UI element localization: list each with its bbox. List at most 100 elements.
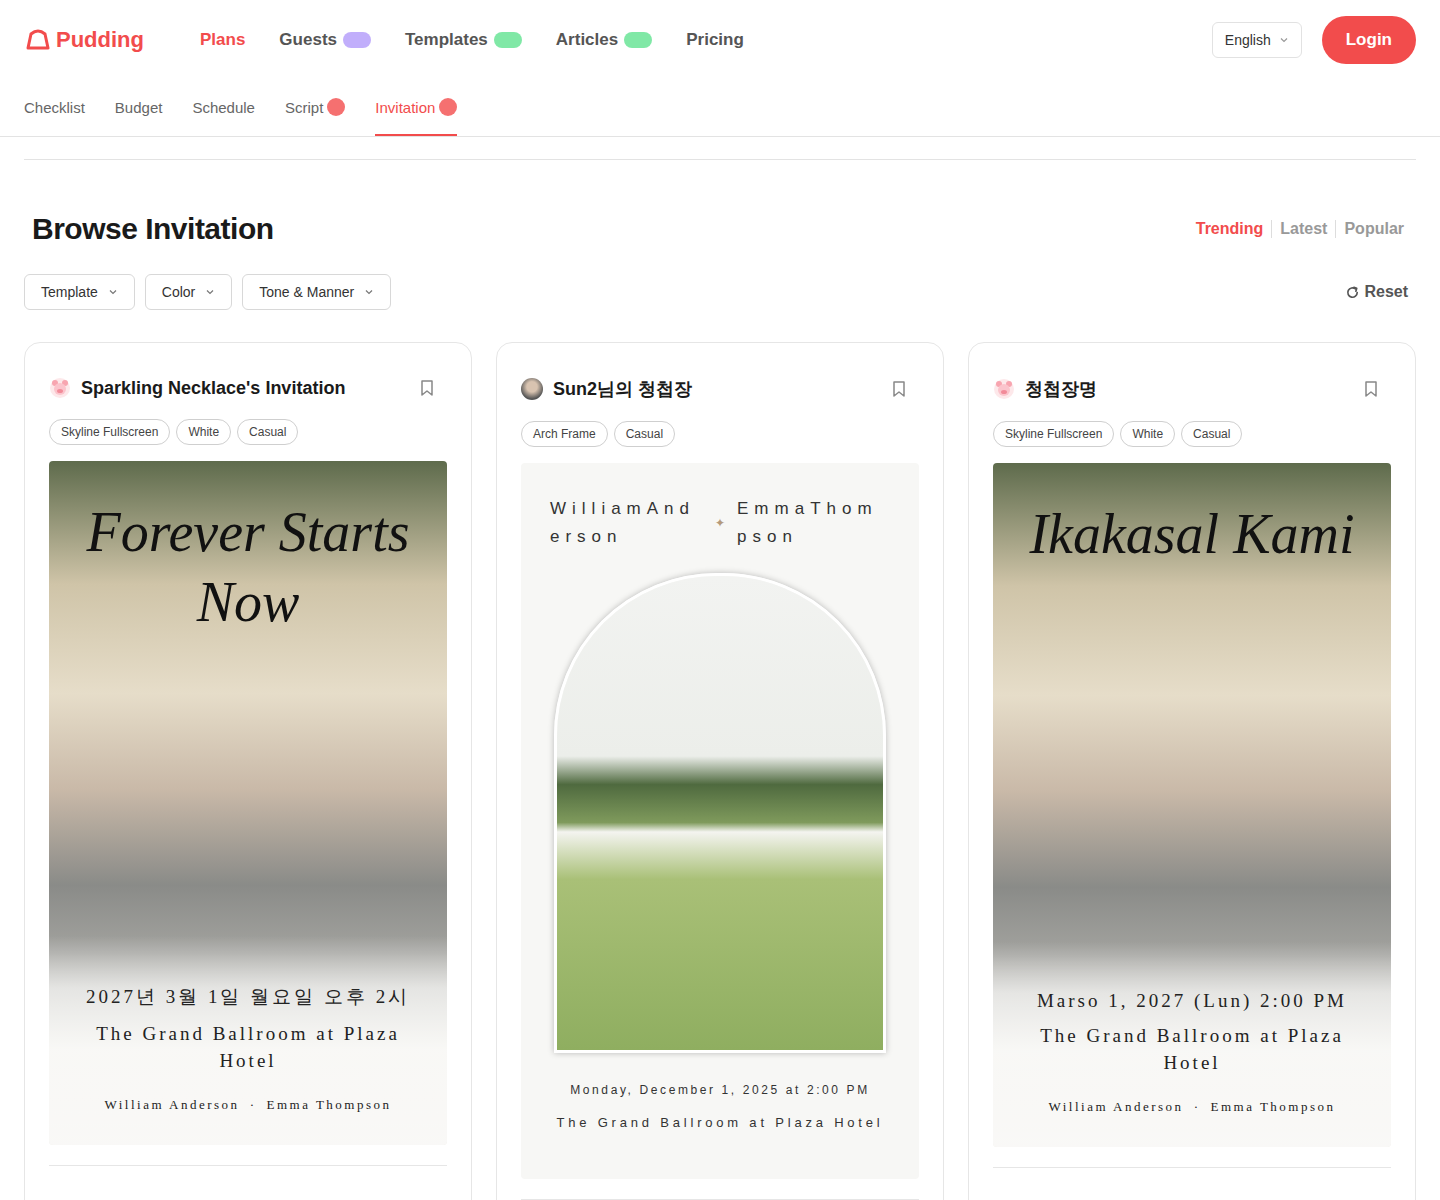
card-title: Sun2님의 청첩장 xyxy=(553,377,692,401)
card-title: Sparkling Necklace's Invitation xyxy=(81,378,345,399)
bride-name: Emma Thompson xyxy=(1210,1099,1335,1115)
preview-date: 2027년 3월 1일 월요일 오후 2시 xyxy=(65,984,431,1010)
sort-option[interactable]: Trending xyxy=(1188,220,1272,238)
sub-nav-item[interactable]: Budget xyxy=(115,80,163,136)
preview-names: William Anderson · Emma Thompson xyxy=(1009,1099,1375,1115)
sub-nav-item[interactable]: Script xyxy=(285,80,345,136)
bookmark-icon[interactable] xyxy=(1363,380,1379,398)
groom-name: William Anderson xyxy=(104,1097,239,1113)
sub-nav-badge xyxy=(439,98,457,116)
preview-names: WilliamAnderson✦EmmaThompson xyxy=(550,495,890,551)
chevron-down-icon xyxy=(1279,35,1289,45)
invitation-card[interactable]: Sparkling Necklace's Invitation Skyline F… xyxy=(24,342,472,1200)
invitation-preview: WilliamAnderson✦EmmaThompsonMonday, Dece… xyxy=(521,463,919,1179)
pig-avatar-icon xyxy=(49,377,71,399)
brand-name: Pudding xyxy=(56,27,144,53)
tag: Skyline Fullscreen xyxy=(993,421,1114,447)
nav-item[interactable]: Plans xyxy=(200,30,245,50)
tag: White xyxy=(1120,421,1175,447)
tag: Casual xyxy=(614,421,675,447)
user-avatar xyxy=(521,378,543,400)
filter-label: Template xyxy=(41,284,98,300)
card-footer xyxy=(521,1199,919,1200)
top-actions: English Login xyxy=(1212,16,1416,64)
card-author: Sparkling Necklace's Invitation xyxy=(49,377,345,399)
reset-label: Reset xyxy=(1364,283,1408,301)
name-separator: · xyxy=(250,1097,257,1113)
arch-frame xyxy=(554,573,886,1053)
card-header: Sun2님의 청첩장 xyxy=(521,377,919,401)
card-author: Sun2님의 청첩장 xyxy=(521,377,692,401)
preview-date: Marso 1, 2027 (Lun) 2:00 PM xyxy=(1009,990,1375,1012)
language-select[interactable]: English xyxy=(1212,22,1302,58)
card-author: 청첩장명 xyxy=(993,377,1097,401)
tag: Skyline Fullscreen xyxy=(49,419,170,445)
invitation-preview: Ikakasal KamiMarso 1, 2027 (Lun) 2:00 PM… xyxy=(993,463,1391,1147)
sort-option[interactable]: Latest xyxy=(1271,220,1335,238)
nav-label: Templates xyxy=(405,30,488,50)
invitation-grid: Sparkling Necklace's Invitation Skyline F… xyxy=(24,342,1416,1200)
nav-item[interactable]: Articles xyxy=(556,30,652,50)
nav-badge xyxy=(343,32,371,48)
filter-dropdown[interactable]: Template xyxy=(24,274,135,310)
name-separator: · xyxy=(1194,1099,1201,1115)
pudding-logo-icon xyxy=(24,28,52,52)
tag-list: Arch FrameCasual xyxy=(521,421,919,447)
refresh-icon xyxy=(1345,285,1360,300)
bride-name: Emma Thompson xyxy=(266,1097,391,1113)
card-footer xyxy=(49,1165,447,1200)
header: Pudding Plans Guests Templates Articles Prici… xyxy=(0,0,1440,137)
tag: Casual xyxy=(1181,421,1242,447)
preview-venue: The Grand Ballroom at Plaza Hotel xyxy=(65,1020,431,1075)
invitation-card[interactable]: 청첩장명 Skyline FullscreenWhiteCasual Ikakasa… xyxy=(968,342,1416,1200)
sub-nav-item[interactable]: Schedule xyxy=(192,80,255,136)
main: Browse InvitationTrendingLatestPopular Te… xyxy=(0,159,1440,1200)
preview-headline: Forever Starts Now xyxy=(49,461,447,637)
sub-nav-item[interactable]: Checklist xyxy=(24,80,85,136)
preview-info: 2027년 3월 1일 월요일 오후 2시 The Grand Ballroom … xyxy=(49,936,447,1145)
sub-nav-label: Schedule xyxy=(192,99,255,116)
login-button[interactable]: Login xyxy=(1322,16,1416,64)
nav-label: Plans xyxy=(200,30,245,50)
card-title: 청첩장명 xyxy=(1025,377,1097,401)
sub-nav-item[interactable]: Invitation xyxy=(375,80,457,136)
sub-nav-label: Checklist xyxy=(24,99,85,116)
bookmark-icon[interactable] xyxy=(891,380,907,398)
filter-label: Tone & Manner xyxy=(259,284,354,300)
invitation-card[interactable]: Sun2님의 청첩장 Arch FrameCasual WilliamAnderso… xyxy=(496,342,944,1200)
tag: White xyxy=(176,419,231,445)
preview-venue: The Grand Ballroom at Plaza Hotel xyxy=(1009,1022,1375,1077)
name-separator: ✦ xyxy=(715,516,725,530)
groom-name: WilliamAnderson xyxy=(550,495,703,551)
sub-nav-badge xyxy=(327,98,345,116)
sort-option[interactable]: Popular xyxy=(1335,220,1412,238)
divider xyxy=(24,159,1416,160)
filter-row: Template Color Tone & Manner Reset xyxy=(24,274,1416,310)
filter-dropdown[interactable]: Color xyxy=(145,274,232,310)
chevron-down-icon xyxy=(205,287,215,297)
nav-label: Guests xyxy=(279,30,337,50)
pig-avatar-icon xyxy=(993,378,1015,400)
brand-logo[interactable]: Pudding xyxy=(24,27,200,53)
nav-item[interactable]: Pricing xyxy=(686,30,744,50)
preview-names: William Anderson · Emma Thompson xyxy=(65,1097,431,1113)
reset-button[interactable]: Reset xyxy=(1345,283,1416,301)
sub-nav-label: Invitation xyxy=(375,99,435,116)
tag: Arch Frame xyxy=(521,421,608,447)
card-header: 청첩장명 xyxy=(993,377,1391,401)
top-bar: Pudding Plans Guests Templates Articles Prici… xyxy=(0,0,1440,80)
bookmark-icon[interactable] xyxy=(419,379,435,397)
main-nav: Plans Guests Templates Articles Pricing xyxy=(200,30,1212,50)
page: Pudding Plans Guests Templates Articles Prici… xyxy=(0,0,1440,1200)
chevron-down-icon xyxy=(108,287,118,297)
invitation-preview: Forever Starts Now 2027년 3월 1일 월요일 오후 2시 T… xyxy=(49,461,447,1145)
chevron-down-icon xyxy=(364,287,374,297)
filter-dropdown[interactable]: Tone & Manner xyxy=(242,274,391,310)
card-header: Sparkling Necklace's Invitation xyxy=(49,377,447,399)
nav-item[interactable]: Templates xyxy=(405,30,522,50)
sub-nav-label: Budget xyxy=(115,99,163,116)
nav-item[interactable]: Guests xyxy=(279,30,371,50)
groom-name: William Anderson xyxy=(1048,1099,1183,1115)
title-row: Browse InvitationTrendingLatestPopular xyxy=(24,212,1416,246)
nav-badge xyxy=(624,32,652,48)
